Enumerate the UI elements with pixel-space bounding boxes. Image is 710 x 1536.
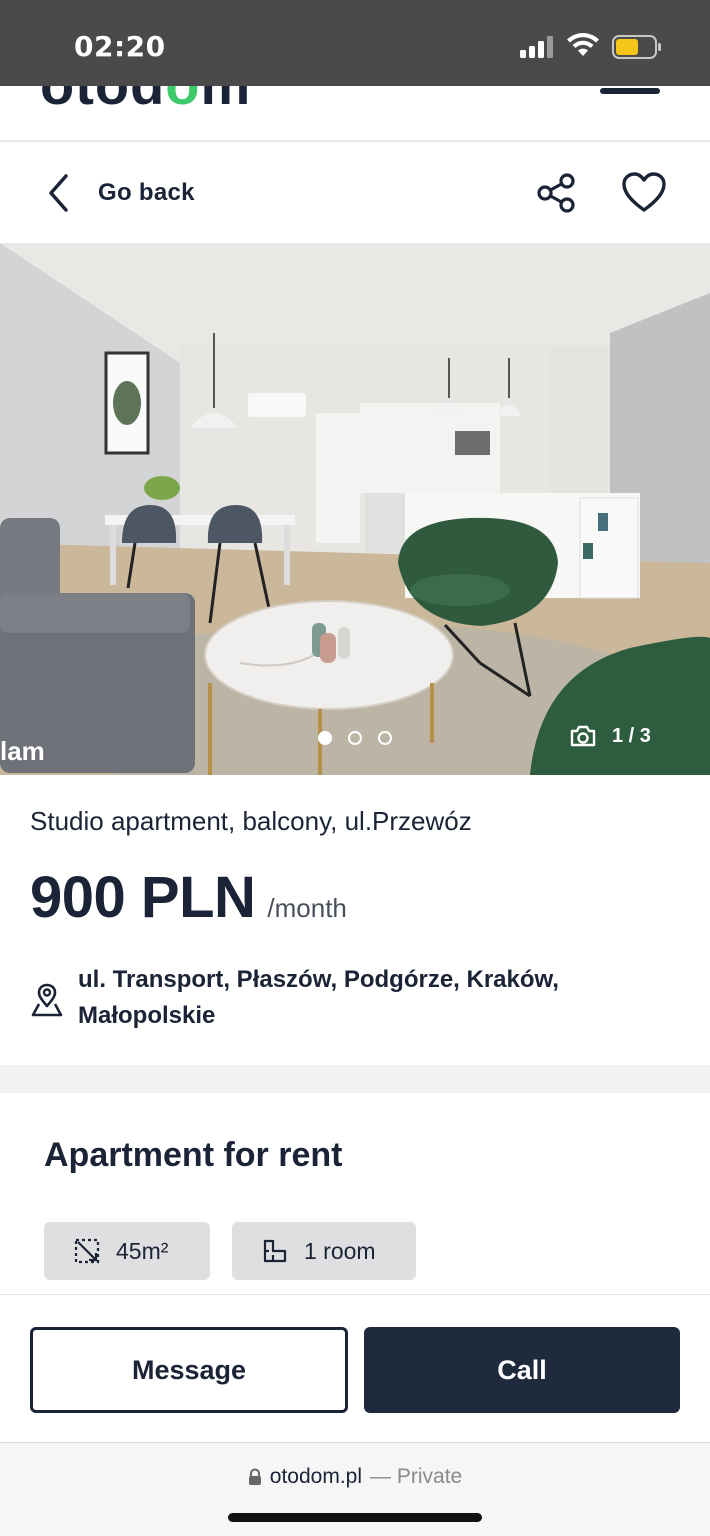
camera-icon — [570, 725, 596, 747]
map-pin-icon — [31, 983, 63, 1017]
listing-nav: Go back — [0, 144, 710, 242]
browser-address-bar[interactable]: otodom.pl — Private — [0, 1442, 710, 1536]
menu-icon[interactable] — [600, 88, 660, 94]
call-button[interactable]: Call — [364, 1327, 680, 1413]
area-icon — [74, 1238, 100, 1264]
listing-title: Studio apartment, balcony, ul.Przewóz — [30, 806, 472, 836]
price-row: 900 PLN /month — [30, 864, 347, 931]
photo-watermark: lam — [0, 736, 45, 766]
wifi-icon — [567, 33, 599, 56]
section-divider — [0, 1065, 710, 1093]
photo-counter-text: 1 / 3 — [612, 724, 651, 747]
heart-icon[interactable] — [620, 170, 668, 216]
price-period: /month — [267, 893, 347, 923]
site-logo[interactable]: otodom — [40, 86, 251, 117]
gallery-dot-2[interactable] — [348, 731, 362, 745]
location-line-2: Małopolskie — [78, 1002, 216, 1029]
status-bar: 02:20 — [0, 0, 710, 86]
gallery-pagination[interactable] — [318, 731, 392, 745]
location-text: ul. Transport, Płaszów, Podgórze, Kraków… — [78, 962, 559, 1034]
chevron-left-icon — [49, 174, 68, 212]
home-indicator[interactable] — [228, 1513, 482, 1522]
photo-counter[interactable]: 1 / 3 — [570, 724, 651, 748]
site-header: otodom — [0, 86, 710, 142]
area-value: 45m² — [116, 1237, 169, 1264]
message-button[interactable]: Message — [30, 1327, 348, 1413]
floorplan-icon — [263, 1239, 287, 1263]
apartment-interior-image — [0, 243, 710, 775]
go-back-button[interactable]: Go back — [46, 170, 195, 216]
share-icon[interactable] — [534, 170, 580, 216]
go-back-label: Go back — [98, 179, 195, 206]
gallery-dot-3[interactable] — [378, 731, 392, 745]
cellular-signal-icon — [520, 36, 553, 58]
lock-icon — [248, 1468, 261, 1485]
status-time: 02:20 — [74, 30, 166, 63]
area-chip: 45m² — [44, 1222, 210, 1280]
price: 900 PLN — [30, 865, 256, 930]
private-mode-label: — Private — [370, 1465, 463, 1488]
details-section-title: Apartment for rent — [44, 1136, 343, 1174]
location[interactable]: ul. Transport, Płaszów, Podgórze, Kraków… — [30, 962, 670, 1034]
location-line-1: ul. Transport, Płaszów, Podgórze, Kraków… — [78, 966, 559, 993]
contact-action-bar: Message Call — [0, 1294, 710, 1442]
listing-photo[interactable] — [0, 243, 710, 775]
battery-icon — [612, 35, 661, 59]
rooms-value: 1 room — [304, 1237, 376, 1264]
gallery-dot-1[interactable] — [318, 731, 332, 745]
url-display[interactable]: otodom.pl — Private — [0, 1465, 710, 1489]
rooms-chip: 1 room — [232, 1222, 416, 1280]
url-domain: otodom.pl — [269, 1465, 363, 1488]
